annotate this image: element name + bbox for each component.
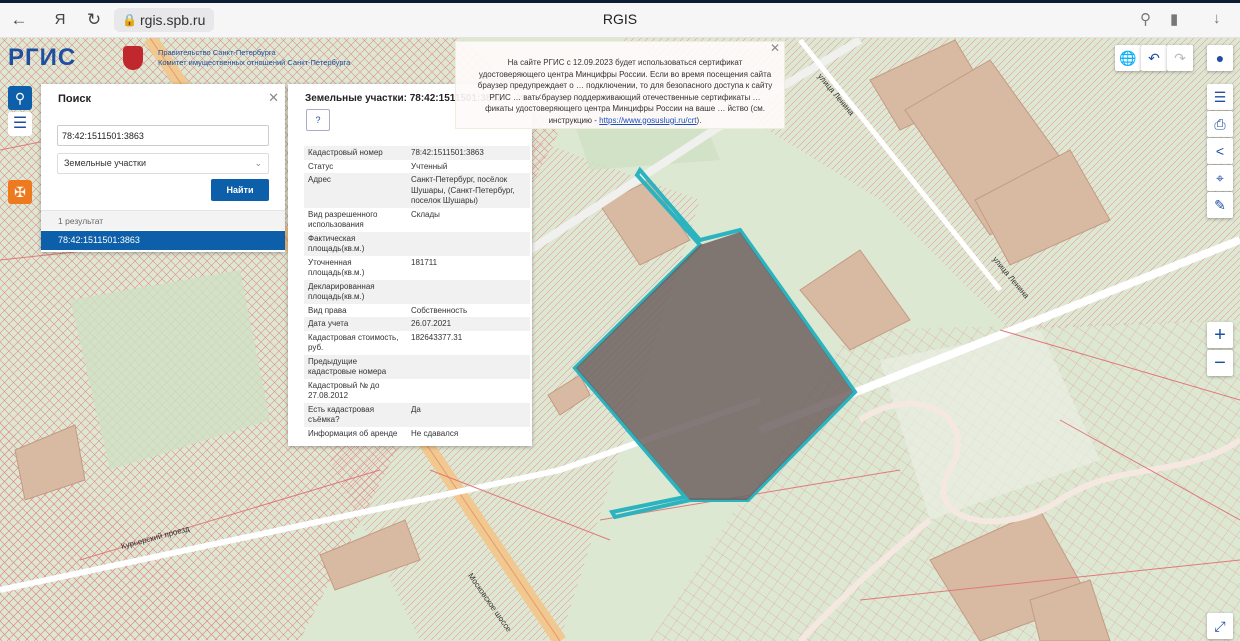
info-key: Дата учета [304,317,407,331]
search-panel: Поиск ✕ Земельные участки ⌄ Найти 1 резу… [41,84,285,252]
info-value: 78:42:1511501:3863 [407,146,530,160]
info-row: Фактическая площадь(кв.м.) [304,231,530,256]
info-row: Адрес Санкт-Петербург, посёлок Шушары, (С… [304,173,530,208]
info-row: Предыдущие кадастровые номера [304,354,530,379]
back-arrow-icon[interactable]: ← [8,9,30,31]
measure-icon[interactable]: ✎ [1207,192,1233,218]
info-value: Не сдавался [411,428,459,438]
search-icon[interactable]: ⚲ [8,86,32,110]
layers-icon[interactable]: ☰ [1207,84,1233,110]
menu-icon[interactable]: ☰ [8,112,32,136]
spb-emblem-tool-icon[interactable]: ✠ [8,180,32,204]
info-key: Статус [308,161,334,171]
help-button[interactable]: ? [306,109,330,131]
info-value: 181711 [411,257,438,267]
layer-select[interactable]: Земельные участки ⌄ [57,153,269,174]
info-key: Есть кадастровая съёмка? [304,402,407,427]
notice-tail: ). [696,115,702,125]
info-row: Вид разрешенного использования Склады [304,208,530,232]
search-panel-title: Поиск [58,93,92,105]
close-icon[interactable]: ✕ [770,42,780,55]
user-icon[interactable]: ● [1207,45,1233,71]
info-row: Кадастровая стоимость, руб. 182643377.31 [304,331,530,355]
info-key: Вид разрешенного использования [308,209,378,230]
chevron-left-icon[interactable]: ‹ [538,91,542,104]
info-value: Собственность [411,305,468,315]
undo-icon[interactable]: ↶ [1141,45,1167,71]
browser-toolbar: ← Я ↻ 🔒 rgis.spb.ru RGIS ⚲ ▮ ↓ [0,0,1240,38]
result-item[interactable]: 78:42:1511501:3863 [41,231,285,250]
info-key: Кадастровая стоимость, руб. [308,332,399,353]
info-value: 26.07.2021 [407,317,530,331]
globe-icon[interactable]: 🌐 [1115,45,1141,71]
parcel-info-panel: Земельные участки: 78:42:1511501:3863 ✕ … [288,84,532,446]
plus-icon[interactable]: + [1207,322,1233,348]
layer-select-value: Земельные участки [64,158,147,168]
certificate-notice: ✕ ‹ На сайте РГИС с 12.09.2023 будет исп… [455,41,785,129]
url-bar[interactable]: 🔒 rgis.spb.ru [114,8,214,32]
info-key: Адрес [304,173,407,208]
info-key: Фактическая площадь(кв.м.) [304,231,407,256]
info-row: Есть кадастровая съёмка? Да [304,402,530,427]
info-value [407,379,530,403]
info-key: Предыдущие кадастровые номера [304,354,407,379]
browser-top-strip [0,0,1240,3]
info-row: Уточненная площадь(кв.м.) 181711 [304,256,530,280]
info-value: Санкт-Петербург, посёлок Шушары, (Санкт-… [407,173,530,208]
info-key: Кадастровый № до 27.08.2012 [308,380,380,401]
redo-icon[interactable]: ↷ [1167,45,1193,71]
spb-emblem-icon [123,46,143,70]
result-count: 1 результат [41,210,285,230]
info-value [407,354,530,379]
info-value [407,279,530,304]
share-icon[interactable]: < [1207,138,1233,164]
info-value: Да [407,402,530,427]
print-icon[interactable]: ⎙ [1207,111,1233,137]
fullscreen-icon[interactable]: ⤢ [1207,613,1233,639]
info-key: Вид права [308,305,347,315]
info-value [407,231,530,256]
info-row: Дата учета 26.07.2021 [304,317,530,331]
info-table: Кадастровый номер 78:42:1511501:3863 Стату… [304,146,530,440]
logo-gov-text: Правительство Санкт-Петербурга Комитет им… [158,48,351,67]
info-row: Кадастровый № до 27.08.2012 [304,379,530,403]
identify-icon[interactable]: ⌖ [1207,165,1233,191]
info-key: Информация об аренде [308,428,398,438]
info-key: Декларированная площадь(кв.м.) [304,279,407,304]
url-text: rgis.spb.ru [140,12,206,28]
find-button[interactable]: Найти [211,179,269,201]
reload-icon[interactable]: ↻ [83,9,105,31]
minus-icon[interactable]: − [1207,350,1233,376]
notice-link[interactable]: https://www.gosuslugi.ru/crt [599,116,696,125]
info-value: Склады [411,209,440,219]
info-key: Кадастровый номер [304,146,407,160]
info-row: Кадастровый номер 78:42:1511501:3863 [304,146,530,160]
download-icon[interactable]: ↓ [1213,10,1221,27]
search-input[interactable] [57,125,269,146]
info-row: Информация об аренде Не сдавался [304,427,530,441]
info-key: Уточненная площадь(кв.м.) [308,257,365,278]
info-value: 182643377.31 [411,332,463,342]
logo-text: РГИС [8,44,77,71]
lock-icon: 🔒 [122,13,137,27]
info-row: Декларированная площадь(кв.м.) [304,279,530,304]
info-value: Учтенный [411,161,448,171]
search-page-icon[interactable]: ⚲ [1140,10,1151,28]
info-row: Вид права Собственность [304,304,530,318]
yandex-icon[interactable]: Я [49,9,71,31]
bookmark-icon[interactable]: ▮ [1170,10,1178,28]
chevron-down-icon: ⌄ [254,158,262,168]
close-icon[interactable]: ✕ [268,90,279,106]
info-row: Статус Учтенный [304,160,530,174]
